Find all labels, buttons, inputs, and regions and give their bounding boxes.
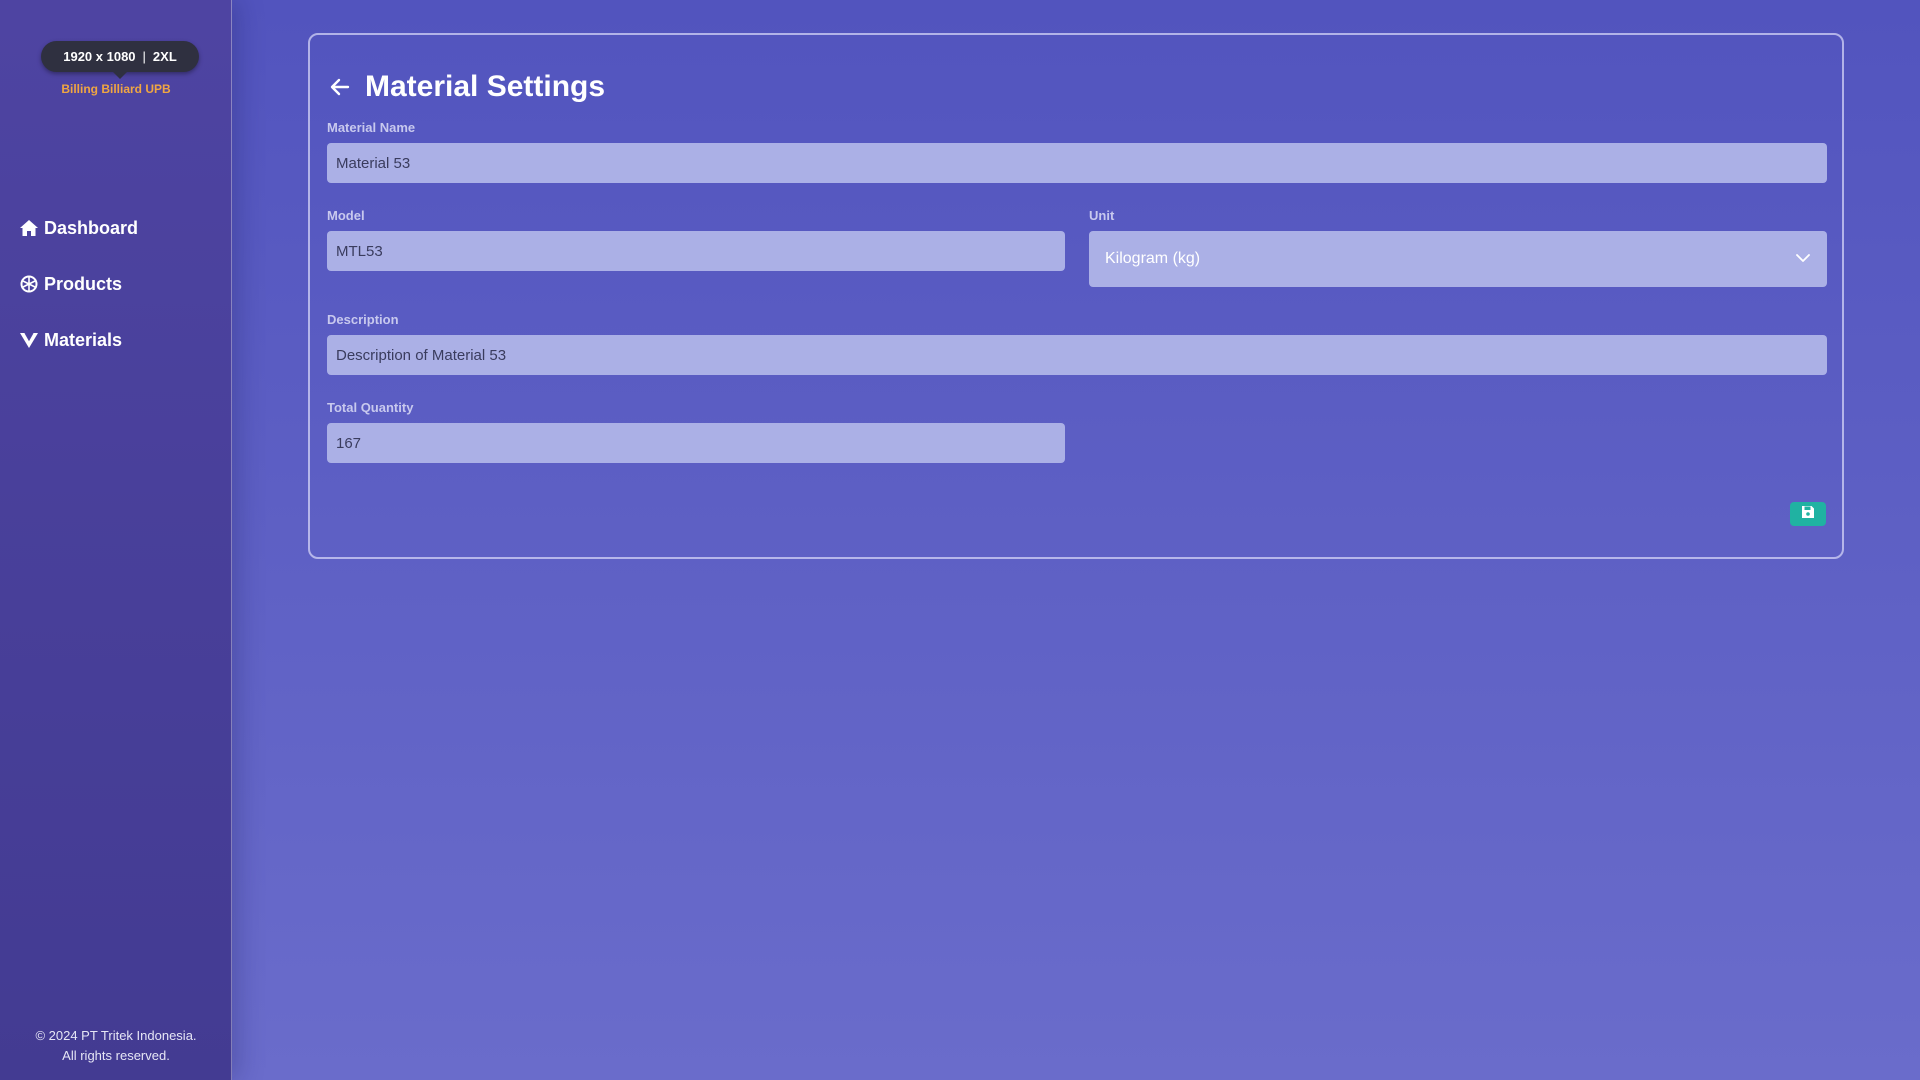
total-quantity-label: Total Quantity [327,400,414,415]
material-name-label: Material Name [327,120,416,135]
badge-caret [113,72,127,79]
save-icon [1801,505,1815,524]
page-title-text: Material Settings [365,70,606,103]
brand-name: Billing Billiard UPB [61,82,171,96]
copyright-text: © 2024 PT Tritek Indonesia. [35,1028,197,1043]
badge-separator: | [142,49,146,64]
material-settings-card: Material Settings Material Name Material… [308,33,1844,559]
screen-size-badge: 1920 x 1080 | 2XL [41,41,199,79]
breakpoint-text: 2XL [152,49,177,64]
box-icon [19,274,39,294]
save-button[interactable] [1790,502,1826,526]
home-icon [19,218,39,238]
rights-text: All rights reserved. [62,1048,170,1063]
description-input[interactable]: Description of Material 53 [327,335,1827,375]
sidebar-item-materials[interactable]: Materials [0,326,232,354]
sidebar-nav: Dashboard Products Materials [0,214,232,382]
page-title: Material Settings [328,70,605,104]
model-input[interactable]: MTL53 [327,231,1065,271]
material-name-input[interactable]: Material 53 [327,143,1827,183]
unit-label: Unit [1089,208,1115,223]
material-icon [19,330,39,350]
sidebar-item-products[interactable]: Products [0,270,232,298]
sidebar-item-label: Dashboard [44,217,139,238]
description-label: Description [327,312,399,327]
total-quantity-input[interactable]: 167 [327,423,1065,463]
sidebar-item-label: Materials [44,329,123,350]
unit-selected-value: Kilogram (kg) [1105,250,1201,267]
sidebar-item-dashboard[interactable]: Dashboard [0,214,232,242]
unit-select[interactable]: Kilogram (kg) [1089,231,1827,287]
sidebar-footer: © 2024 PT Tritek Indonesia. All rights r… [0,1026,232,1066]
sidebar-item-label: Products [44,273,123,294]
sidebar: 1920 x 1080 | 2XL Billing Billiard UPB D… [0,0,232,1080]
chevron-down-icon [1795,250,1811,268]
resolution-text: 1920 x 1080 [63,49,136,64]
model-label: Model [327,208,365,223]
arrow-left-icon[interactable] [328,75,352,99]
